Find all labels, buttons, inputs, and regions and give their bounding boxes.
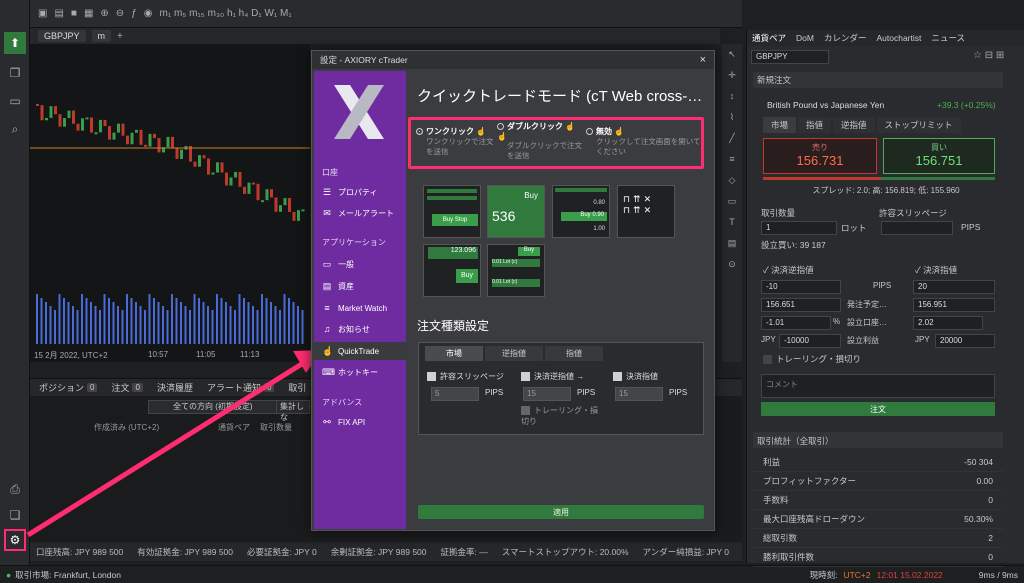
- network-icon: ⚯: [323, 416, 331, 427]
- vol-c: 1.00: [593, 226, 605, 232]
- dialog-title: 設定 - AXIORY cTrader: [320, 55, 408, 65]
- section-app: アプリケーション: [322, 238, 386, 247]
- radio-oneclick[interactable]: [416, 128, 423, 136]
- bell-icon: ♫: [323, 324, 331, 334]
- section-account: 口座: [322, 168, 338, 177]
- order-types-title: 注文種類設定: [417, 319, 490, 333]
- buy-stop-label: Buy Stop: [432, 214, 478, 226]
- mail-icon: ✉: [323, 207, 331, 218]
- op-tp-input[interactable]: 15: [615, 387, 663, 401]
- sliders-icon: ☰: [322, 186, 332, 197]
- apply-button[interactable]: 適用: [418, 505, 704, 519]
- settings-dialog: 設定 - AXIORY cTrader × 口座 ☰ プロパティ ✉ メールアラート…: [311, 50, 715, 531]
- op-pips-2: PIPS: [577, 388, 596, 397]
- op-tab-market[interactable]: 市場: [425, 346, 483, 361]
- lot-b: 0.01 Lot (c): [492, 279, 540, 287]
- mode-doubleclick[interactable]: ダブルクリック ☝☝ ダブルクリックで注文を送信: [497, 121, 585, 161]
- sidebar-item-quicktrade[interactable]: ☝ QuickTrade: [314, 342, 406, 360]
- preview-price-buy: 123.096 Buy: [423, 244, 481, 297]
- dialog-titlebar: 設定 - AXIORY cTrader ×: [312, 51, 714, 69]
- order-type-panel: 市場 逆指値 指値 許容スリッページ 5 PIPS 決済逆指値 → 15 PIP…: [418, 342, 704, 435]
- sidebar-item-mail[interactable]: ✉ メールアラート: [314, 204, 406, 222]
- op-tab-stop[interactable]: 逆指値: [485, 346, 543, 361]
- sidebar-item-general[interactable]: ▭ 一般: [314, 255, 406, 273]
- op-pips-1: PIPS: [485, 388, 504, 397]
- op-tp-check[interactable]: 決済指値: [613, 371, 658, 382]
- preview-buttons: ⊓⇈✕ ⊓⇈✕: [617, 185, 675, 238]
- control-glyphs: ⊓⇈✕ ⊓⇈✕: [623, 194, 655, 215]
- op-sl-input[interactable]: 15: [523, 387, 571, 401]
- lot-buy-label: Buy: [518, 247, 540, 256]
- keyboard-icon: ⌨: [322, 366, 335, 377]
- preview-buy-ticket: Buy 536: [487, 185, 545, 238]
- op-slippage-input[interactable]: 5: [431, 387, 479, 401]
- wallet-icon: ▤: [322, 280, 332, 291]
- sidebar-item-hotkey[interactable]: ⌨ ホットキー: [314, 363, 406, 381]
- window-icon: ▭: [322, 258, 332, 269]
- vol-a: 0.80: [593, 200, 605, 206]
- sidebar-item-assets[interactable]: ▤ 資産: [314, 277, 406, 295]
- section-advanced: アドバンス: [322, 398, 363, 407]
- op-pips-3: PIPS: [669, 388, 688, 397]
- vol-b: Buy 0.90: [561, 212, 607, 221]
- preview-buy-stop: Buy Stop: [423, 185, 481, 238]
- price-buy-label: Buy: [456, 269, 478, 283]
- hand-icon: ☝: [322, 345, 334, 356]
- sidebar-item-notice[interactable]: ♫ お知らせ: [314, 320, 406, 338]
- sidebar-item-market-watch[interactable]: ≡ Market Watch: [314, 299, 406, 317]
- lot-a: 0.01 Lot (c): [492, 259, 540, 267]
- op-sl-check[interactable]: 決済逆指値 →: [521, 371, 584, 382]
- ticket-number: 536: [492, 208, 516, 224]
- dialog-close-button[interactable]: ×: [700, 54, 706, 66]
- op-slippage-check[interactable]: 許容スリッページ: [427, 371, 504, 382]
- radio-disabled[interactable]: [586, 128, 593, 136]
- axiory-logo: [334, 85, 384, 139]
- price-label: 123.096: [428, 247, 478, 259]
- preview-lot: Buy 0.01 Lot (c) 0.01 Lot (c): [487, 244, 545, 297]
- op-tab-limit[interactable]: 指値: [545, 346, 603, 361]
- list-icon: ≡: [324, 303, 330, 313]
- mode-selection-box: ワンクリック ☝ ワンクリックで注文を送信 ダブルクリック ☝☝ ダブルクリック…: [408, 117, 704, 169]
- dialog-heading: クイックトレードモード (cT Web cross-…: [417, 88, 703, 105]
- settings-sidebar: 口座 ☰ プロパティ ✉ メールアラート アプリケーション ▭ 一般 ▤ 資産 ≡ Mar…: [314, 71, 406, 529]
- preview-volume: 0.80 Buy 0.90 1.00: [552, 185, 610, 238]
- mode-oneclick[interactable]: ワンクリック ☝ ワンクリックで注文を送信: [416, 126, 500, 157]
- radio-doubleclick[interactable]: [497, 123, 504, 131]
- ticket-buy-label: Buy: [524, 191, 538, 200]
- op-trailing-check[interactable]: トレーリング・損切り: [521, 405, 601, 427]
- mode-disabled[interactable]: 無効 ☝ クリックして注文画面を開いてください: [586, 126, 701, 157]
- sidebar-item-fix[interactable]: ⚯ FIX API: [314, 413, 406, 431]
- sidebar-item-properties[interactable]: ☰ プロパティ: [314, 183, 406, 201]
